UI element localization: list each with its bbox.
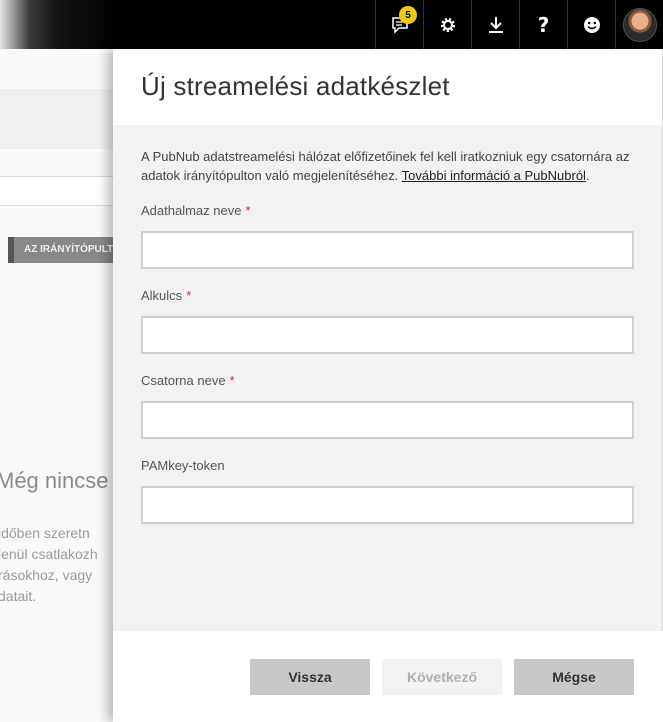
- subkey-field: Alkulcs *: [141, 288, 634, 354]
- top-bar-icons: 5 ?: [375, 0, 663, 49]
- feedback-button[interactable]: [567, 0, 615, 49]
- dataset-name-field: Adathalmaz neve *: [141, 203, 634, 269]
- field-label: PAMkey-token: [141, 458, 634, 476]
- help-button[interactable]: ?: [519, 0, 567, 49]
- panel-body: A PubNub adatstreamelési hálózat előfize…: [113, 125, 662, 524]
- background-heading: Még nincse: [0, 468, 109, 493]
- description-end: .: [585, 168, 590, 183]
- pamkey-token-input[interactable]: [141, 486, 634, 524]
- download-button[interactable]: [471, 0, 519, 49]
- dataset-name-input[interactable]: [141, 231, 634, 269]
- panel-footer: Vissza Következő Mégse: [113, 631, 663, 722]
- panel-title: Új streamelési adatkészlet: [141, 71, 450, 101]
- smiley-icon: [583, 16, 601, 34]
- channel-name-field: Csatorna neve *: [141, 373, 634, 439]
- background-page: AZ IRÁNYÍTÓPULT Még nincse időben szeret…: [0, 49, 120, 722]
- field-label: Adathalmaz neve *: [141, 203, 634, 221]
- channel-name-input[interactable]: [141, 401, 634, 439]
- background-line: datait.: [0, 588, 37, 604]
- new-streaming-dataset-panel: Új streamelési adatkészlet A PubNub adat…: [113, 49, 663, 722]
- back-button[interactable]: Vissza: [250, 659, 370, 695]
- pamkey-token-field: PAMkey-token: [141, 458, 634, 524]
- help-icon: ?: [537, 12, 550, 37]
- download-icon: [488, 16, 504, 34]
- next-button[interactable]: Következő: [382, 659, 502, 695]
- field-label: Alkulcs *: [141, 288, 634, 306]
- required-marker: *: [229, 373, 235, 388]
- settings-button[interactable]: [423, 0, 471, 49]
- background-line: lenül csatlakozh: [0, 546, 98, 562]
- background-line: időben szeretn: [0, 525, 90, 541]
- field-label: Csatorna neve *: [141, 373, 634, 391]
- background-input: [0, 176, 120, 206]
- notifications-button[interactable]: 5: [375, 0, 423, 49]
- pubnub-info-link[interactable]: További információ a PubNubról: [402, 168, 586, 183]
- top-bar: 5 ?: [0, 0, 663, 49]
- background-header-area: [0, 89, 120, 149]
- background-dashboard-button: AZ IRÁNYÍTÓPULT: [8, 237, 120, 263]
- field-label-text: Alkulcs: [141, 288, 183, 303]
- avatar: [622, 7, 657, 42]
- panel-header: Új streamelési adatkészlet: [113, 49, 662, 125]
- background-paragraph: időben szeretn lenül csatlakozh rásokhoz…: [0, 523, 98, 607]
- cancel-button[interactable]: Mégse: [514, 659, 634, 695]
- notification-count-badge: 5: [399, 6, 417, 24]
- field-label-text: PAMkey-token: [141, 458, 225, 473]
- required-marker: *: [186, 288, 192, 303]
- account-button[interactable]: [615, 0, 663, 49]
- background-line: rásokhoz, vagy: [0, 567, 93, 583]
- gear-icon: [439, 16, 457, 34]
- required-marker: *: [245, 203, 251, 218]
- panel-description: A PubNub adatstreamelési hálózat előfize…: [141, 147, 634, 185]
- subkey-input[interactable]: [141, 316, 634, 354]
- field-label-text: Csatorna neve: [141, 373, 226, 388]
- field-label-text: Adathalmaz neve: [141, 203, 242, 218]
